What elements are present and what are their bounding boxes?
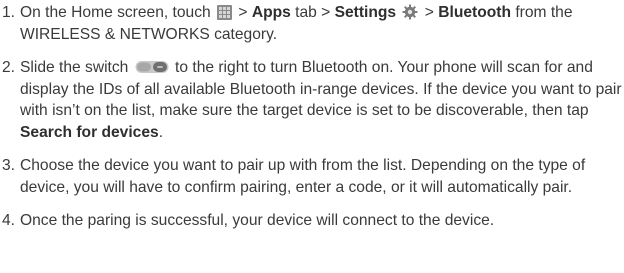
step-text: .	[158, 123, 164, 141]
gear-icon	[402, 4, 418, 20]
search-for-devices-label: Search for devices	[20, 123, 159, 141]
step-number: 3.	[2, 157, 16, 174]
step-4: 4. Once the paring is successful, your d…	[0, 210, 624, 232]
instruction-steps: 1. On the Home screen, touch > Apps tab …	[0, 0, 624, 232]
step-text: Choose the device you want to pair up wi…	[20, 157, 586, 196]
toggle-switch-icon	[135, 61, 169, 73]
bluetooth-label: Bluetooth	[438, 4, 511, 21]
step-text: On the Home screen, touch	[20, 4, 216, 21]
settings-label: Settings	[334, 4, 397, 21]
step-number: 2.	[2, 59, 16, 76]
step-text: >	[234, 4, 252, 21]
step-number: 4.	[2, 212, 16, 229]
step-text: Slide the switch	[20, 59, 133, 76]
apps-label: Apps	[251, 4, 291, 21]
step-3: 3. Choose the device you want to pair up…	[0, 155, 624, 198]
apps-grid-icon	[217, 5, 233, 20]
step-text: >	[420, 4, 439, 21]
step-number: 1.	[2, 4, 16, 21]
step-text: Once the paring is successful, your devi…	[20, 212, 495, 229]
step-text: tab >	[290, 4, 335, 21]
step-1: 1. On the Home screen, touch > Apps tab …	[0, 2, 624, 45]
step-2: 2. Slide the switch to the right to turn…	[0, 57, 624, 143]
